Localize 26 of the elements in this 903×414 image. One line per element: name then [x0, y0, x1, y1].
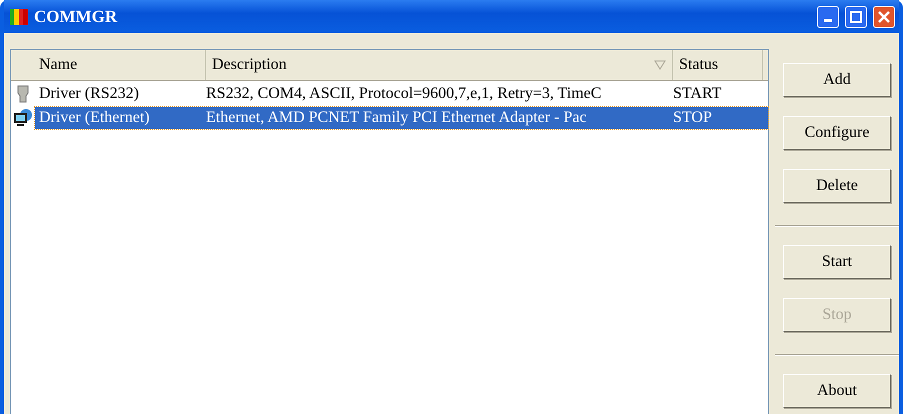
table-cell-text: START [672, 84, 722, 104]
action-button[interactable]: Configure [783, 116, 891, 150]
column-header[interactable]: Name [11, 50, 206, 80]
table-cell-text: Driver (Ethernet) [38, 108, 151, 128]
close-button[interactable] [873, 6, 895, 28]
list-row[interactable]: Driver (RS232) RS232, COM4, ASCII, Protocol=9600,7,e,1, Retry=3, TimeC START [35, 83, 768, 105]
action-button[interactable]: Start [783, 245, 891, 279]
action-button[interactable]: Add [783, 63, 891, 97]
maximize-icon [850, 10, 862, 22]
monitor-icon [13, 108, 33, 128]
minimize-button[interactable] [817, 6, 839, 28]
table-cell-text: STOP [672, 108, 713, 128]
minimize-icon [824, 19, 832, 22]
action-button[interactable]: Delete [783, 169, 891, 203]
close-icon [878, 10, 890, 22]
column-header[interactable]: Status [673, 50, 763, 80]
window-title: COMMGR [34, 6, 118, 26]
action-button[interactable]: About [783, 374, 891, 408]
table-cell-text: Driver (RS232) [38, 84, 140, 104]
list-row[interactable]: Driver (Ethernet) Ethernet, AMD PCNET Family PCI Ethernet Adapter - Pac STOP [35, 107, 768, 129]
plug-icon [16, 85, 30, 103]
table-cell-text: RS232, COM4, ASCII, Protocol=9600,7,e,1, Retry=3, TimeC [205, 84, 602, 104]
column-header[interactable]: Description [206, 50, 673, 80]
maximize-button[interactable] [845, 6, 867, 28]
app-icon [10, 8, 28, 26]
table-cell-text: Ethernet, AMD PCNET Family PCI Ethernet Adapter - Pac [205, 108, 588, 128]
